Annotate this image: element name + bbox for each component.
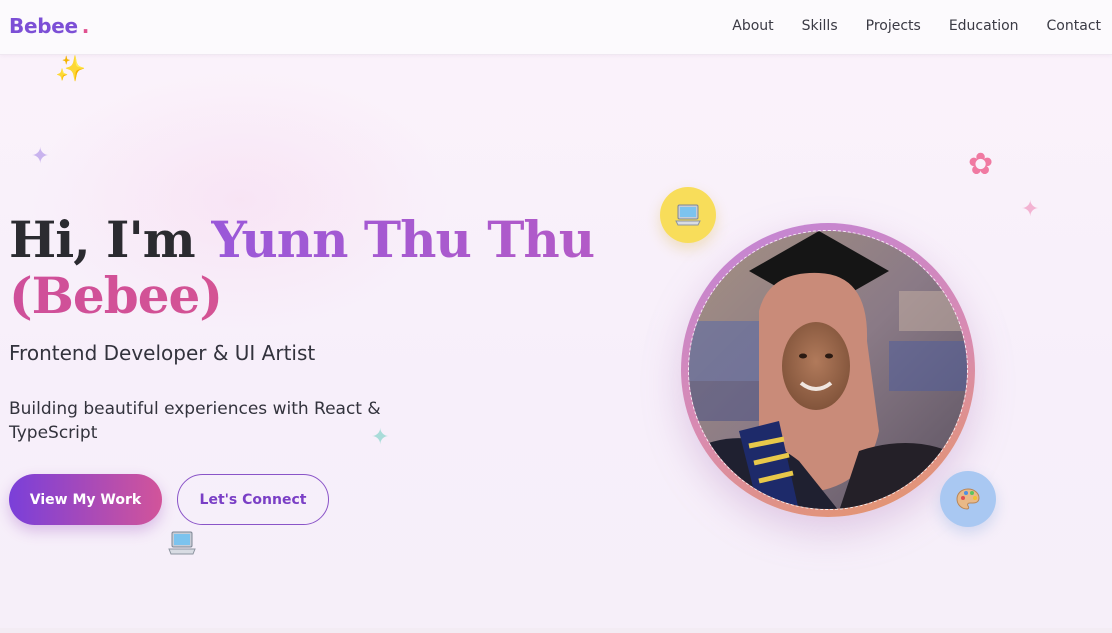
brand-name[interactable]: Bebee: [9, 14, 78, 38]
laptop-badge: [660, 187, 716, 243]
nav-link-contact[interactable]: Contact: [1047, 18, 1101, 34]
palette-icon: [955, 486, 981, 512]
nav-link-projects[interactable]: Projects: [866, 18, 921, 34]
hero-tagline: Building beautiful experiences with Reac…: [9, 399, 381, 443]
sparkle-icon: ✦: [1021, 196, 1040, 221]
laptop-icon: [168, 529, 196, 559]
sparkles-icon: ✨: [55, 55, 87, 83]
nav-links: About Skills Projects Education Contact: [732, 18, 1101, 34]
section-divider: [0, 628, 1112, 633]
flower-icon: ✿: [968, 148, 994, 181]
hero-nickname: (Bebee): [9, 266, 223, 325]
lets-connect-button[interactable]: Let's Connect: [177, 474, 329, 525]
nav-link-about[interactable]: About: [732, 18, 773, 34]
laptop-icon: [675, 202, 701, 228]
sparkle-icon: ✦: [31, 143, 50, 168]
navbar: Bebee. About Skills Projects Education C…: [0, 0, 1112, 55]
view-my-work-button[interactable]: View My Work: [9, 474, 162, 525]
avatar: [688, 230, 968, 510]
nav-link-education[interactable]: Education: [949, 18, 1019, 34]
hero-subtitle: Frontend Developer & UI Artist: [9, 341, 316, 365]
hero-title: Hi, I'm Yunn Thu Thu (Bebee): [9, 212, 629, 324]
brand-logo[interactable]: Bebee.: [9, 14, 89, 38]
hero-greeting: Hi, I'm: [9, 210, 196, 269]
hero-name: Yunn Thu Thu: [211, 210, 595, 269]
nav-link-skills[interactable]: Skills: [802, 18, 838, 34]
palette-badge: [940, 471, 996, 527]
brand-dot: .: [81, 14, 90, 38]
